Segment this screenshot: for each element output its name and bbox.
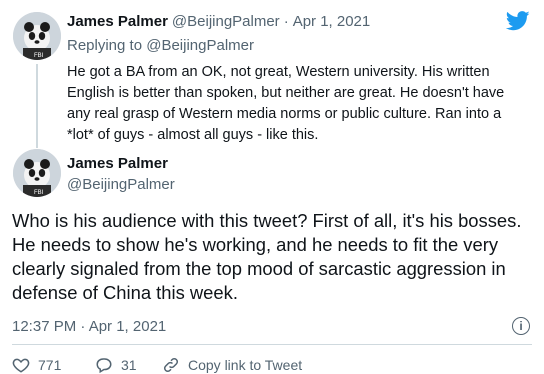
reply-date[interactable]: Apr 1, 2021 bbox=[293, 13, 371, 30]
divider bbox=[12, 344, 532, 345]
reply-text-line: He got a BA from an OK, not great, Weste… bbox=[67, 64, 490, 80]
heart-icon bbox=[12, 358, 30, 373]
tweet-timestamp[interactable]: 12:37 PM · Apr 1, 2021 bbox=[12, 318, 166, 335]
reply-text-line: *lot* of guys - almost all guys - like t… bbox=[67, 127, 319, 143]
svg-text:FBI: FBI bbox=[34, 190, 44, 196]
link-icon bbox=[163, 357, 179, 373]
main-author-avatar[interactable]: FBI bbox=[13, 149, 61, 197]
replying-to-label[interactable]: Replying to @BeijingPalmer bbox=[67, 37, 254, 54]
reply-button[interactable]: 31 bbox=[95, 356, 137, 374]
panda-avatar-image: FBI bbox=[13, 12, 61, 60]
reply-tweet-text: He got a BA from an OK, not great, Weste… bbox=[67, 62, 537, 146]
thread-connector-line bbox=[36, 64, 38, 148]
like-count: 771 bbox=[38, 357, 62, 373]
like-button[interactable]: 771 bbox=[12, 356, 61, 374]
reply-count: 31 bbox=[121, 357, 137, 373]
info-icon[interactable]: i bbox=[512, 317, 530, 335]
main-author-name[interactable]: James Palmer bbox=[67, 155, 168, 172]
panda-avatar-image: FBI bbox=[13, 149, 61, 197]
main-text-line: He needs to show he's working, and he ne… bbox=[12, 234, 499, 255]
reply-text-line: English is better than spoken, but neith… bbox=[67, 85, 505, 101]
reply-author-avatar[interactable]: FBI bbox=[13, 12, 61, 60]
main-text-line: Who is his audience with this tweet? Fir… bbox=[12, 210, 522, 231]
reply-text-line: any real grasp of Western media norms or… bbox=[67, 106, 502, 122]
reply-author-handle[interactable]: @BeijingPalmer bbox=[172, 13, 280, 30]
meta-separator: · bbox=[283, 13, 289, 30]
main-tweet-text: Who is his audience with this tweet? Fir… bbox=[12, 209, 532, 305]
svg-text:FBI: FBI bbox=[34, 53, 44, 59]
main-text-line: clearly signaled from the top mood of sa… bbox=[12, 258, 506, 279]
copy-link-button[interactable]: Copy link to Tweet bbox=[162, 356, 302, 374]
main-author-handle[interactable]: @BeijingPalmer bbox=[67, 176, 175, 193]
copy-link-label: Copy link to Tweet bbox=[188, 357, 303, 373]
reply-author-name[interactable]: James Palmer bbox=[67, 13, 168, 30]
reply-icon bbox=[96, 358, 112, 374]
twitter-bird-icon[interactable] bbox=[505, 11, 530, 36]
main-text-line: defense of China this week. bbox=[12, 282, 238, 303]
